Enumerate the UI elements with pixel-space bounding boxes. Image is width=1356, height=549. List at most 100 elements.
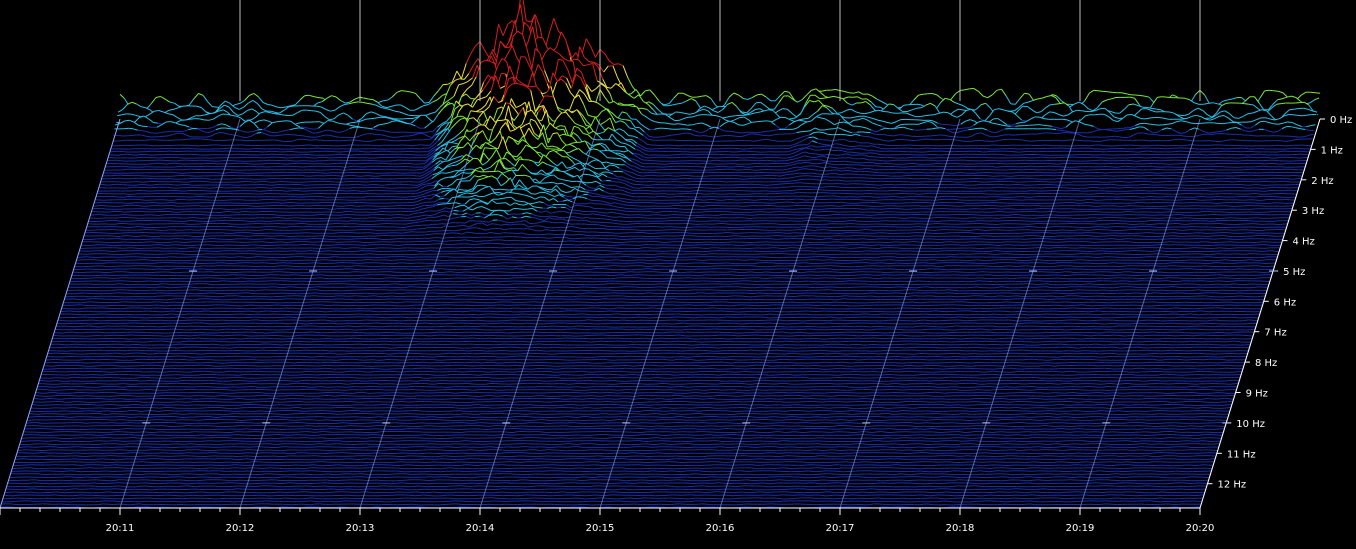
spectrum-line-segment (285, 130, 290, 131)
spectrum-line-segment (357, 140, 362, 141)
spectrum-line-segment (1182, 145, 1187, 146)
spectrum-line-segment (843, 168, 848, 169)
spectrum-line-segment (760, 135, 765, 136)
spectrum-line-segment (367, 103, 372, 104)
spectrum-line-segment (288, 158, 293, 159)
spectrum-line-segment (1249, 155, 1254, 156)
spectrum-line-segment (989, 145, 994, 146)
spectrum-line-segment (933, 160, 938, 161)
spectrum-line-segment (647, 144, 652, 145)
spectrum-line-segment (639, 172, 644, 173)
spectrum-line-segment (1107, 130, 1112, 131)
spectrum-line-segment (1212, 170, 1217, 171)
spectrum-line-segment (392, 121, 397, 122)
spectrum-line-segment (1099, 145, 1104, 146)
spectrum-line-segment (839, 122, 844, 123)
spectrum-line-segment (116, 160, 121, 161)
spectrum-line-segment (277, 121, 282, 122)
spectrum-line-segment (118, 136, 123, 137)
spectrum-line-segment (750, 170, 755, 171)
spectrum-line-segment (1094, 90, 1099, 91)
spectrum-line-segment (307, 137, 312, 138)
spectrum-line-segment (756, 132, 761, 133)
spectrum-line-segment (922, 129, 927, 130)
spectrum-line-segment (1116, 131, 1121, 132)
spectrum-line-segment (977, 133, 982, 134)
spectrum-line-segment (1214, 123, 1219, 124)
spectrum-line-segment (364, 167, 369, 168)
spectrum-line-segment (952, 125, 957, 126)
spectrum-line-segment (714, 167, 719, 168)
spectrum-line-segment (869, 172, 874, 173)
spectrum-line-segment (320, 140, 325, 141)
spectrum-line-segment (258, 130, 263, 131)
spectrum-line-segment (422, 139, 427, 140)
spectrum-line-segment (823, 155, 828, 156)
spectrum-line-segment (1153, 132, 1158, 133)
spectrum-line-segment (158, 123, 163, 124)
spectrum-line-segment (1108, 92, 1113, 93)
spectrum-line-segment (164, 136, 169, 137)
spectrum-line-segment (918, 148, 923, 149)
spectrum-line-segment (786, 172, 791, 173)
spectrum-line-segment (340, 170, 345, 171)
spectrum-line-segment (1133, 169, 1138, 170)
spectrum-line-segment (653, 172, 658, 173)
spectrum-line-segment (303, 136, 308, 137)
spectrum-line-segment (368, 99, 373, 100)
spectrum-line-segment (679, 145, 684, 146)
spectrum-line-segment (738, 125, 743, 126)
spectrum-line-segment (672, 135, 677, 136)
spectrum-line-segment (146, 155, 151, 156)
spectrum-line-segment (406, 91, 411, 92)
spectrum-line-segment (1068, 140, 1073, 141)
spectrum-line-segment (1150, 118, 1155, 119)
spectrum-line-segment (695, 135, 700, 136)
spectrum-line-segment (876, 166, 881, 167)
spectrum-line-segment (1063, 140, 1068, 141)
spectrum-line-segment (704, 136, 709, 137)
spectrum-line-segment (1048, 126, 1053, 127)
spectrum-line-segment (123, 169, 128, 170)
spectrum-line-segment (991, 132, 996, 133)
spectrum-line-segment (1129, 104, 1134, 105)
spectrum-line-segment (1231, 128, 1236, 129)
spectrum-line-segment (1294, 139, 1299, 140)
spectrum-line-segment (152, 163, 157, 164)
spectrum-line-segment (319, 98, 324, 99)
spectrum-line-segment (1024, 166, 1029, 167)
spectrum-line-segment (646, 148, 651, 149)
spectrum-line-segment (289, 106, 294, 107)
spectrum-line-segment (283, 158, 288, 159)
spectrum-line-segment (814, 132, 819, 133)
spectrum-line-segment (340, 154, 345, 155)
spectrum-line-segment (283, 115, 288, 116)
spectrum-line-segment (1133, 172, 1138, 173)
spectrum-line-segment (189, 148, 194, 149)
spectrum-line-segment (286, 121, 291, 122)
spectrum-line-segment (828, 170, 833, 171)
spectrum-line-segment (878, 160, 883, 161)
spectrum-line-segment (1061, 130, 1066, 131)
spectrum-line-segment (128, 128, 133, 129)
spectrum-line-segment (821, 146, 826, 147)
spectrum-line-segment (766, 121, 771, 122)
spectrum-line-segment (1142, 140, 1147, 141)
spectrum-line-segment (362, 141, 367, 142)
spectrum-line-segment (344, 155, 349, 156)
spectrum-line-segment (907, 136, 912, 137)
spectrum-line-segment (149, 145, 154, 146)
spectrum-line-segment (1105, 140, 1110, 141)
spectrum-line-segment (1140, 96, 1145, 97)
spectrum-line-segment (866, 168, 871, 169)
spectrum-line-segment (393, 160, 398, 161)
spectrum-line-segment (751, 132, 756, 133)
spectrum-line-segment (1013, 173, 1018, 174)
spectrum-line-segment (1163, 164, 1168, 165)
spectrum-line-segment (309, 148, 314, 149)
spectrum-line-segment (1168, 124, 1173, 125)
spectrum-line-segment (1061, 163, 1066, 164)
spectrum-line-segment (306, 110, 311, 111)
spectrum-line-segment (383, 100, 388, 101)
spectrum-line-segment (1109, 172, 1114, 173)
